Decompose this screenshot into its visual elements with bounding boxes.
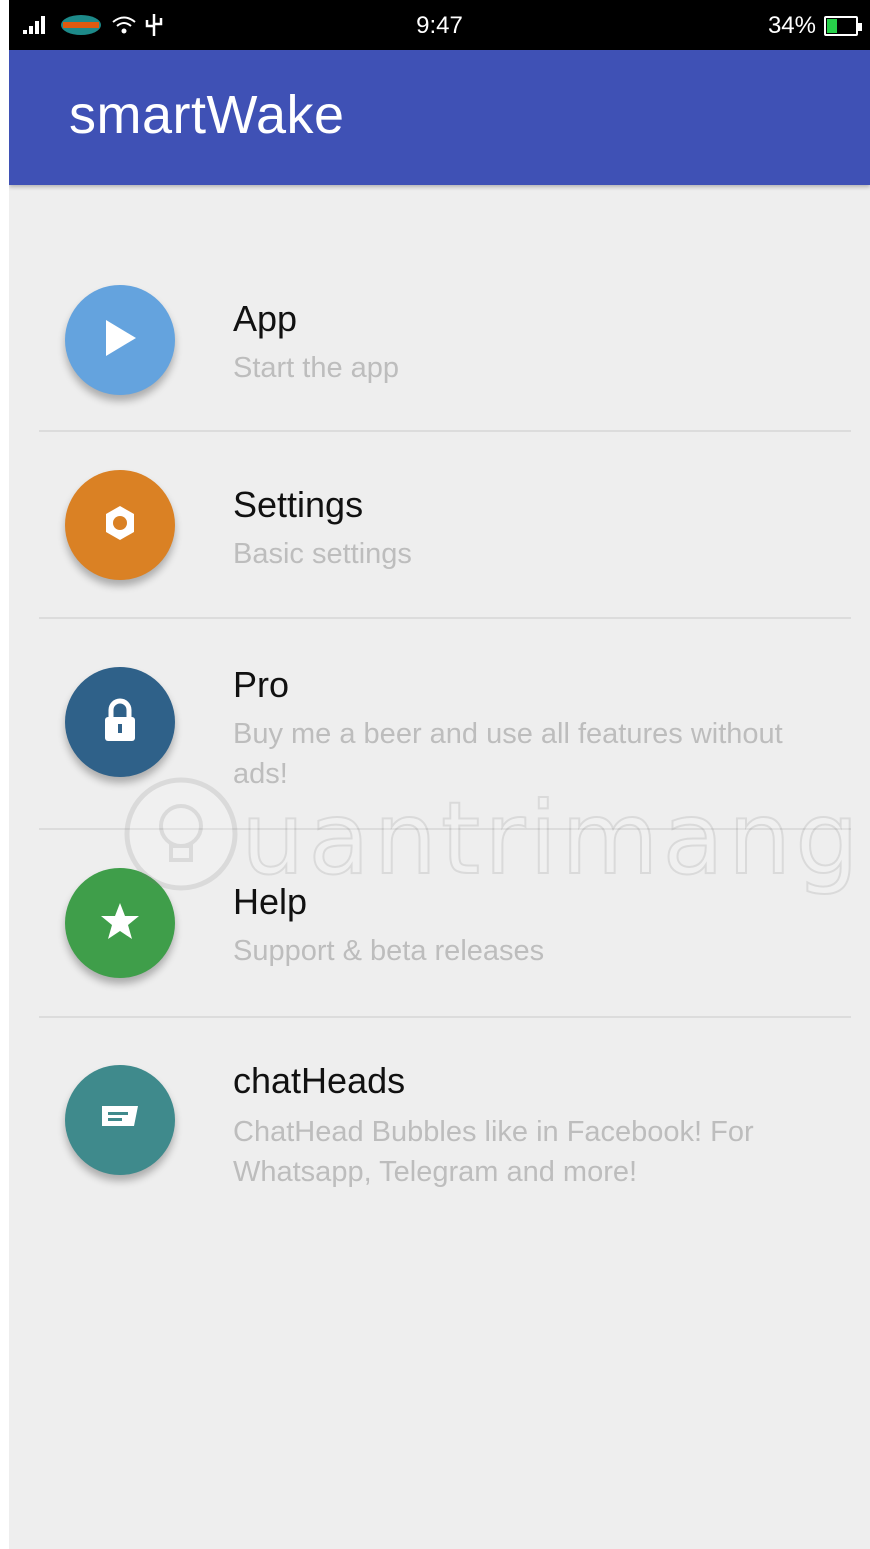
menu-item-title: Help <box>233 881 308 922</box>
menu-item-title: Settings <box>233 484 364 525</box>
menu-item-title: chatHeads <box>233 1060 406 1101</box>
menu-item-pro-icon-circle <box>65 667 175 777</box>
battery-fill <box>827 19 837 33</box>
gear-icon <box>101 504 139 547</box>
star-icon <box>100 901 140 946</box>
app-title: smartWake <box>69 85 345 145</box>
menu-item-chatheads-icon-circle <box>65 1065 175 1175</box>
divider <box>39 617 851 619</box>
menu-item-settings[interactable]: Settings Basic settings <box>9 470 870 590</box>
chat-bubble-icon <box>98 1100 142 1141</box>
lock-icon <box>102 698 138 747</box>
app-bar: smartWake <box>9 50 870 185</box>
menu-item-subtitle: Basic settings <box>233 538 412 570</box>
play-icon <box>100 318 140 363</box>
menu-item-subtitle: Support & beta releases <box>233 935 545 967</box>
divider <box>39 430 851 432</box>
menu-item-app-icon-circle <box>65 285 175 395</box>
battery-icon <box>824 16 862 36</box>
divider <box>39 1016 851 1018</box>
battery-percent: 34% <box>767 12 816 39</box>
menu-item-help-icon-circle <box>65 868 175 978</box>
menu-item-chatheads[interactable]: chatHeads ChatHead Bubbles like in Faceb… <box>9 1060 870 1200</box>
menu-item-subtitle: ChatHead Bubbles like in Facebook! For W… <box>233 1116 754 1188</box>
menu-item-title: App <box>233 298 298 339</box>
status-bar: 9:47 34% <box>9 0 870 50</box>
menu-item-app[interactable]: App Start the app <box>9 280 870 400</box>
divider <box>39 828 851 830</box>
status-time: 9:47 <box>416 12 463 39</box>
menu-item-help[interactable]: Help Support & beta releases <box>9 865 870 985</box>
menu-item-subtitle: Start the app <box>233 352 400 384</box>
menu-item-subtitle: Buy me a beer and use all features witho… <box>233 718 783 790</box>
menu-item-title: Pro <box>233 664 290 705</box>
status-icons-right: 34% <box>767 12 862 40</box>
menu-item-pro[interactable]: Pro Buy me a beer and use all features w… <box>9 660 870 800</box>
app-screen: 9:47 34% smartWake App Start the app Set… <box>9 0 870 1549</box>
menu-item-settings-icon-circle <box>65 470 175 580</box>
